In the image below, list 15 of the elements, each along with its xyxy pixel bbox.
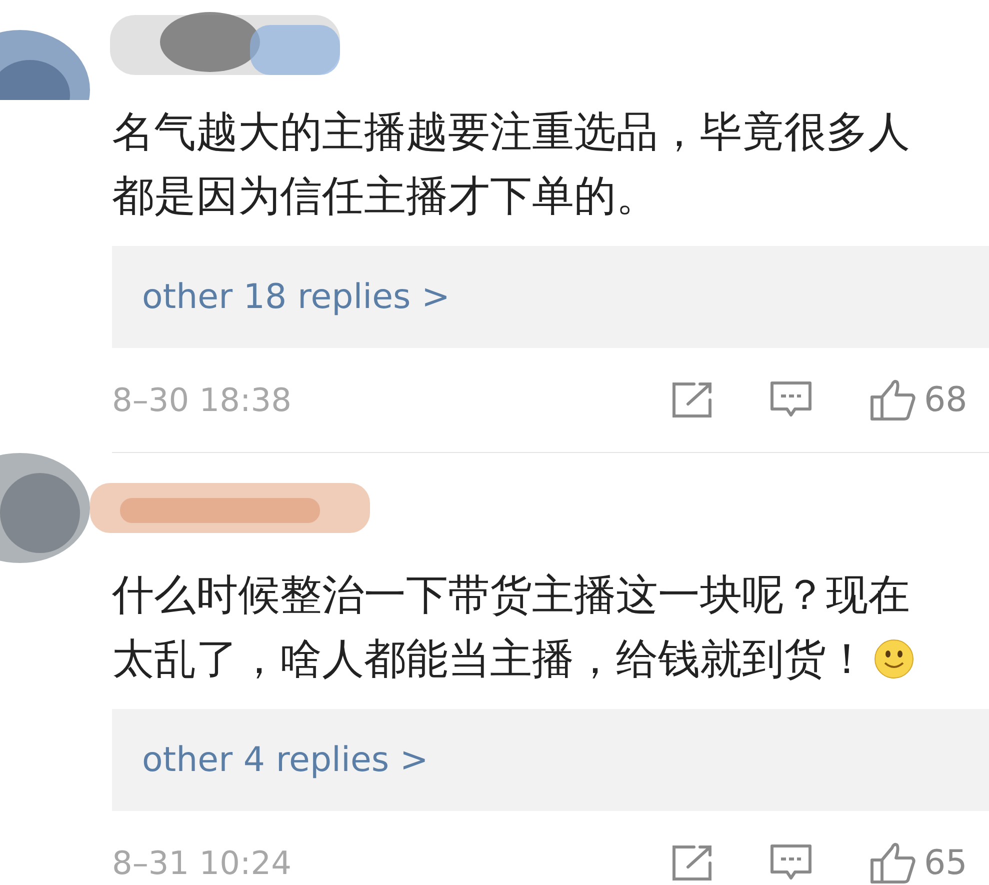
more-replies-link[interactable]: other 18 replies > [112, 246, 989, 348]
share-icon[interactable] [672, 382, 712, 418]
share-icon[interactable] [672, 845, 712, 881]
comment-icon[interactable] [770, 381, 812, 419]
like-button[interactable]: 65 [870, 842, 968, 884]
comment-text: 都是因为信任主播才下单的。 [112, 170, 658, 222]
comment-text: 什么时候整治一下带货主播这一块呢？现在 [112, 569, 910, 621]
more-replies-link[interactable]: other 4 replies > [112, 709, 989, 811]
comment-text: 名气越大的主播越要注重选品，毕竟很多人 [112, 106, 910, 158]
comment-icon[interactable] [770, 844, 812, 882]
comment-text: 太乱了，啥人都能当主播，给钱就到货！ [112, 633, 868, 685]
like-button[interactable]: 68 [870, 379, 968, 421]
timestamp: 8–31 10:24 [112, 844, 292, 882]
smiley-icon [874, 639, 914, 679]
timestamp: 8–30 18:38 [112, 381, 292, 419]
